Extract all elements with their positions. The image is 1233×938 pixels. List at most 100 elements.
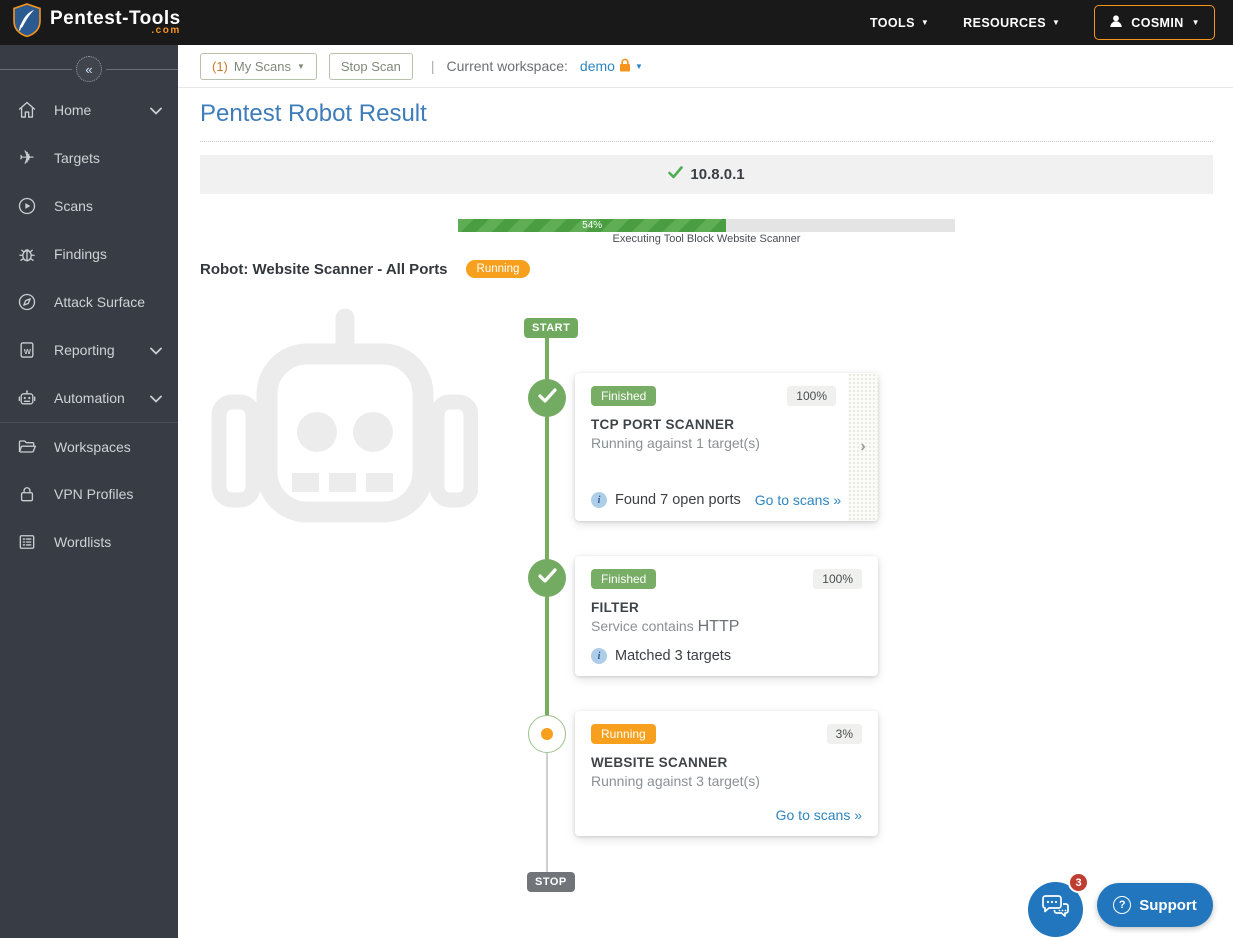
scan-progress: 54% Executing Tool Block Website Scanner (458, 219, 955, 245)
tool-title: WEBSITE SCANNER (591, 755, 862, 770)
timeline-stop-badge: STOP (527, 872, 575, 892)
tool-result-text: Matched 3 targets (615, 648, 731, 664)
step-done-marker (528, 379, 566, 417)
tool-result-text: Found 7 open ports (615, 492, 741, 508)
progress-caption: Executing Tool Block Website Scanner (458, 233, 955, 245)
sidebar-item-targets[interactable]: ✈ Targets (0, 134, 178, 182)
progress-fill: 54% (458, 219, 726, 232)
sidebar-item-wordlists[interactable]: Wordlists (0, 518, 178, 566)
robot-heading-row: Robot: Website Scanner - All Ports Runni… (200, 260, 530, 278)
page-title: Pentest Robot Result (200, 100, 427, 128)
sidebar-item-vpn-profiles[interactable]: VPN Profiles (0, 470, 178, 518)
brand-logo[interactable]: Pentest-Tools .com (0, 3, 181, 42)
bug-icon (16, 244, 38, 264)
robot-illustration-icon (205, 308, 478, 560)
status-badge: Running (591, 724, 656, 744)
info-icon: i (591, 648, 607, 664)
report-icon: W (16, 340, 38, 360)
sidebar-item-label: Attack Surface (54, 294, 145, 310)
sidebar-item-reporting[interactable]: W Reporting (0, 326, 178, 374)
robot-status-badge: Running (466, 260, 531, 278)
stop-scan-label: Stop Scan (341, 59, 401, 74)
lock-icon (619, 58, 631, 75)
sidebar-item-label: Wordlists (54, 534, 111, 550)
tool-subtitle: Running against 3 target(s) (591, 773, 862, 789)
divider (106, 69, 178, 70)
tool-subtitle: Running against 1 target(s) (591, 435, 836, 451)
my-scans-dropdown[interactable]: (1) My Scans ▼ (200, 53, 317, 80)
caret-down-icon: ▼ (1192, 18, 1200, 27)
status-badge: Finished (591, 569, 656, 589)
filter-condition-label: Service contains (591, 618, 694, 634)
user-icon (1109, 14, 1123, 31)
robot-icon (16, 388, 38, 408)
support-button[interactable]: ? Support (1097, 883, 1213, 927)
separator: | (431, 58, 435, 74)
lock-icon (16, 484, 38, 504)
brand-tld: .com (151, 26, 180, 36)
user-menu-label: COSMIN (1131, 16, 1183, 30)
sidebar-item-home[interactable]: Home (0, 86, 178, 134)
home-icon (16, 100, 38, 120)
shield-logo-icon (12, 3, 42, 42)
resources-menu[interactable]: RESOURCES ▼ (963, 16, 1060, 30)
workspace-selector[interactable]: demo ▼ (580, 58, 643, 75)
folder-icon (16, 437, 38, 457)
sidebar-item-label: VPN Profiles (54, 486, 133, 502)
tool-subtitle: Service contains HTTP (591, 618, 862, 636)
svg-text:W: W (24, 347, 32, 356)
divider (0, 69, 72, 70)
sidebar-collapse-row: « (0, 57, 178, 81)
timeline-line-pending (546, 736, 548, 873)
chevron-right-icon: › (860, 438, 865, 456)
compass-icon (16, 292, 38, 312)
sidebar-item-label: Scans (54, 198, 93, 214)
sidebar-item-label: Home (54, 102, 91, 118)
sidebar-item-workspaces[interactable]: Workspaces (0, 422, 178, 470)
support-label: Support (1139, 897, 1197, 914)
tool-title: TCP PORT SCANNER (591, 417, 836, 432)
my-scans-label: My Scans (234, 59, 291, 74)
go-to-scans-link[interactable]: Go to scans » (755, 492, 841, 508)
collapse-sidebar-button[interactable]: « (76, 56, 102, 82)
chevron-down-icon (150, 342, 162, 358)
resources-menu-label: RESOURCES (963, 16, 1046, 30)
list-icon (16, 532, 38, 552)
sidebar-item-label: Workspaces (54, 439, 131, 455)
top-navbar: Pentest-Tools .com TOOLS ▼ RESOURCES ▼ (0, 0, 1233, 45)
sidebar-item-label: Automation (54, 390, 125, 406)
stop-scan-button[interactable]: Stop Scan (329, 53, 413, 80)
robot-heading: Robot: Website Scanner - All Ports (200, 261, 448, 278)
tool-title: FILTER (591, 600, 862, 615)
percent-badge: 100% (813, 569, 862, 589)
sidebar-item-label: Findings (54, 246, 107, 262)
main-content: Pentest Robot Result 10.8.0.1 54% Execut… (178, 88, 1233, 938)
tools-menu-label: TOOLS (870, 16, 915, 30)
workspace-label: Current workspace: (447, 58, 568, 74)
running-dot-icon (541, 728, 553, 740)
tools-menu[interactable]: TOOLS ▼ (870, 16, 929, 30)
tool-card-filter: Finished 100% FILTER Service contains HT… (575, 556, 878, 676)
workspace-name: demo (580, 58, 615, 74)
expand-card-button[interactable]: › (848, 373, 878, 521)
go-to-scans-link[interactable]: Go to scans » (776, 807, 862, 823)
sidebar-item-automation[interactable]: Automation (0, 374, 178, 422)
caret-down-icon: ▼ (297, 62, 305, 71)
page: Pentest-Tools .com TOOLS ▼ RESOURCES ▼ (0, 0, 1233, 938)
check-icon (538, 568, 557, 588)
info-icon: i (591, 492, 607, 508)
question-icon: ? (1113, 896, 1131, 914)
brand-text: Pentest-Tools .com (50, 9, 181, 36)
chat-notification-badge: 3 (1068, 872, 1089, 893)
sidebar-item-scans[interactable]: Scans (0, 182, 178, 230)
sidebar: « Home ✈ Targets (0, 45, 178, 938)
step-running-marker (528, 715, 566, 753)
sidebar-item-findings[interactable]: Findings (0, 230, 178, 278)
check-icon (668, 166, 683, 184)
timeline-start-badge: START (524, 318, 578, 338)
chevrons-left-icon: « (85, 62, 92, 77)
user-menu-button[interactable]: COSMIN ▼ (1094, 5, 1215, 40)
sidebar-nav: Home ✈ Targets Scans (0, 86, 178, 566)
caret-down-icon: ▼ (635, 62, 643, 71)
sidebar-item-attack-surface[interactable]: Attack Surface (0, 278, 178, 326)
